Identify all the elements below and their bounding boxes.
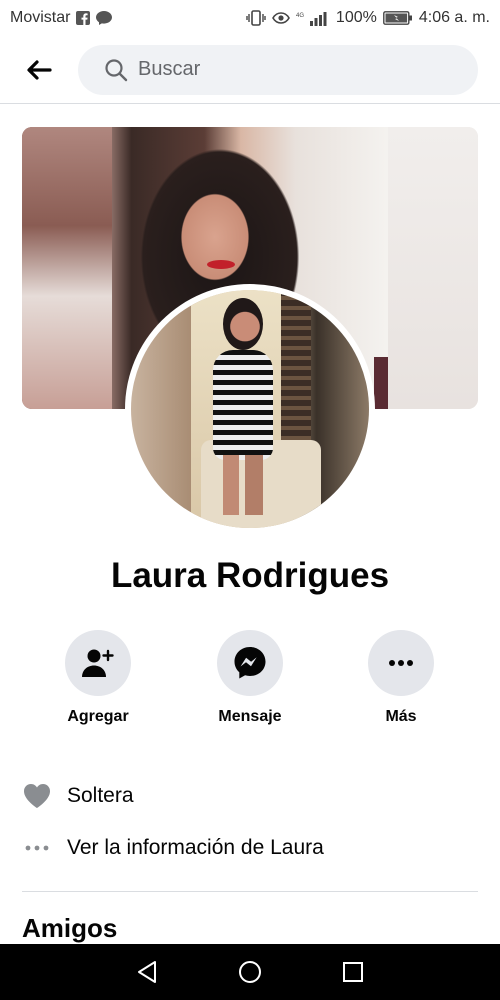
- section-divider: [22, 891, 478, 892]
- avatar-figure: [213, 350, 273, 460]
- system-nav-bar: [0, 944, 500, 1000]
- time-label: 4:06 a. m.: [418, 9, 490, 26]
- cover-detail: [374, 357, 388, 409]
- cover-portrait-detail: [207, 260, 235, 269]
- profile-actions: Agregar Mensaje Más: [0, 630, 500, 740]
- signal-icon: 4G: [296, 10, 330, 26]
- see-info-link[interactable]: Ver la información de Laura: [67, 836, 324, 860]
- more-label: Más: [385, 708, 417, 725]
- more-dots-icon: [22, 845, 52, 851]
- profile-picture[interactable]: [125, 284, 375, 534]
- heart-icon: [22, 783, 52, 809]
- message-label: Mensaje: [218, 708, 282, 725]
- search-input[interactable]: Buscar: [78, 44, 478, 95]
- profile-page: Movistar 4G 100% 4:06 a. m. Buscar Laura…: [0, 0, 500, 1000]
- square-recents-icon: [343, 962, 364, 982]
- avatar: [131, 290, 369, 528]
- status-bar: Movistar 4G 100% 4:06 a. m.: [0, 0, 500, 36]
- facebook-icon: [76, 11, 91, 25]
- cover-blur-left: [22, 127, 112, 409]
- search-icon: [105, 58, 128, 81]
- message-circle: [217, 630, 283, 696]
- relationship-row: Soltera: [22, 776, 478, 816]
- friends-section-title[interactable]: Amigos: [22, 913, 117, 944]
- status-bar-left: Movistar: [10, 9, 113, 27]
- triangle-back-icon: [137, 961, 156, 983]
- back-button[interactable]: [22, 53, 56, 87]
- relationship-status: Soltera: [67, 784, 134, 807]
- more-icon: [389, 660, 413, 666]
- profile-name: Laura Rodrigues: [110, 556, 390, 595]
- status-bar-right: 4G 100% 4:06 a. m.: [246, 9, 490, 27]
- nav-back-button[interactable]: [127, 952, 167, 992]
- nav-home-button[interactable]: [230, 952, 270, 992]
- more-circle: [368, 630, 434, 696]
- add-friend-label: Agregar: [67, 708, 129, 725]
- search-placeholder: Buscar: [138, 58, 201, 80]
- message-button[interactable]: Mensaje: [190, 630, 310, 726]
- back-arrow-icon: [27, 59, 52, 80]
- messenger-bubble-icon: [96, 11, 113, 25]
- nav-recents-button[interactable]: [333, 952, 373, 992]
- eye-icon: [272, 11, 290, 25]
- cover-blur-right: [388, 127, 478, 409]
- top-header: Buscar: [0, 36, 500, 104]
- battery-icon: [382, 11, 413, 25]
- see-info-row[interactable]: Ver la información de Laura: [22, 828, 478, 868]
- avatar-head: [223, 298, 263, 350]
- avatar-legs: [223, 455, 263, 515]
- network-type-label: 4G: [296, 13, 304, 19]
- vibrate-icon: [246, 10, 266, 26]
- circle-home-icon: [238, 961, 261, 983]
- add-friend-icon: [82, 649, 114, 677]
- battery-percent: 100%: [335, 9, 377, 26]
- add-friend-button[interactable]: Agregar: [38, 630, 158, 726]
- avatar-curtain: [281, 290, 311, 440]
- add-friend-circle: [65, 630, 131, 696]
- more-button[interactable]: Más: [341, 630, 461, 726]
- carrier-label: Movistar: [10, 9, 71, 26]
- messenger-icon: [234, 647, 266, 679]
